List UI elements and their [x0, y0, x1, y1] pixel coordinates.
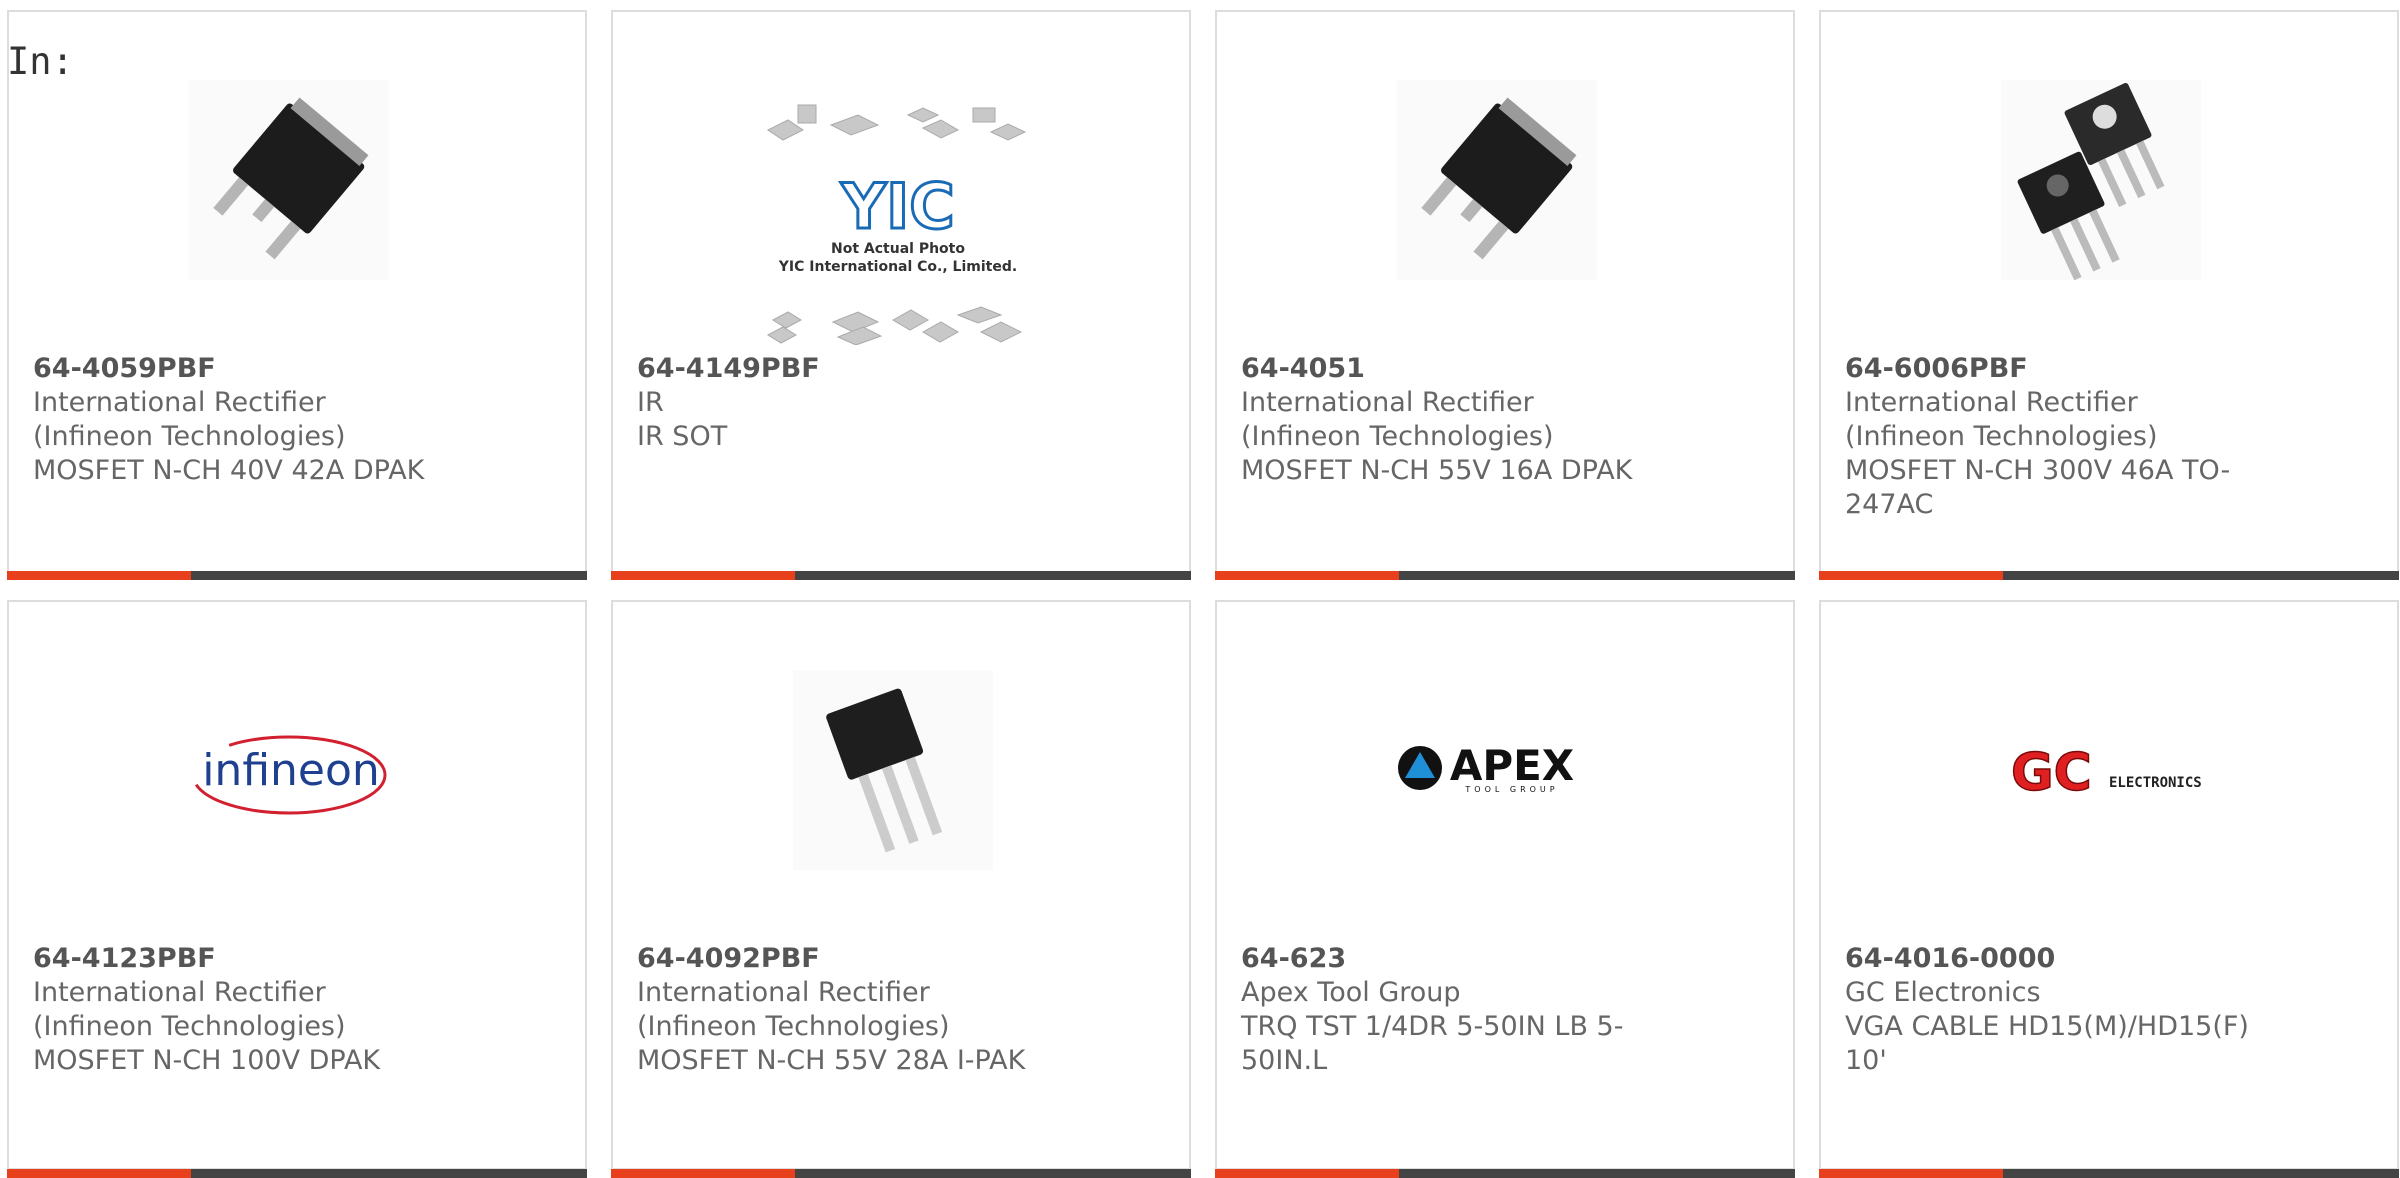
bar-accent	[1215, 571, 1399, 580]
yic-company-text: YIC International Co., Limited.	[778, 259, 1017, 275]
card-bottom-bar	[1215, 571, 1795, 580]
dpak-component-icon	[213, 97, 369, 260]
bar-accent	[611, 571, 795, 580]
gc-logo-text: GC	[2011, 743, 2092, 803]
product-card[interactable]: infineon 64-4123PBF International Rectif…	[7, 600, 587, 1178]
bar-accent	[1215, 1169, 1399, 1178]
ipak-component-icon	[826, 688, 943, 853]
description: MOSFET N-CH 55V 16A DPAK	[1241, 455, 1633, 486]
card-bottom-bar	[611, 1169, 1191, 1178]
product-image[interactable]: infineon	[189, 670, 389, 870]
apex-logo-text: APEX	[1450, 741, 1574, 790]
manufacturer: International Rectifier (Infineon Techno…	[1241, 387, 1554, 452]
not-actual-photo-icon: YIC Not Actual Photo YIC International C…	[766, 104, 1027, 345]
card-bottom-bar	[7, 1169, 587, 1178]
bar-accent	[611, 1169, 795, 1178]
product-card[interactable]: 64-4051 International Rectifier (Infineo…	[1215, 10, 1795, 580]
product-card[interactable]: APEX TOOL GROUP 64-623 Apex Tool Group T…	[1215, 600, 1795, 1178]
part-number[interactable]: 64-4123PBF	[33, 942, 453, 976]
apex-logo: APEX TOOL GROUP	[1398, 741, 1574, 794]
product-image[interactable]	[2001, 80, 2201, 280]
part-number[interactable]: 64-4092PBF	[637, 942, 1057, 976]
manufacturer: Apex Tool Group	[1241, 977, 1461, 1008]
manufacturer: International Rectifier (Infineon Techno…	[33, 977, 346, 1042]
product-image[interactable]: APEX TOOL GROUP	[1397, 670, 1597, 870]
gc-logo-subtext: ELECTRONICS	[2109, 775, 2201, 791]
manufacturer: IR	[637, 387, 664, 418]
product-image[interactable]	[1397, 80, 1597, 280]
bar-accent	[1819, 1169, 2003, 1178]
infineon-logo-text: infineon	[202, 745, 380, 796]
part-number[interactable]: 64-6006PBF	[1845, 352, 2265, 386]
part-number[interactable]: 64-4016-0000	[1845, 942, 2265, 976]
description: MOSFET N-CH 100V DPAK	[33, 1045, 381, 1076]
bar-accent	[1819, 571, 2003, 580]
product-card[interactable]: GC ELECTRONICS 64-4016-0000 GC Electroni…	[1819, 600, 2399, 1178]
card-bottom-bar	[7, 571, 587, 580]
manufacturer: GC Electronics	[1845, 977, 2041, 1008]
card-bottom-bar	[1819, 571, 2399, 580]
bar-accent	[7, 571, 191, 580]
description: TRQ TST 1/4DR 5-50IN LB 5-50IN.L	[1241, 1011, 1624, 1076]
infineon-logo: infineon	[191, 735, 387, 815]
product-image[interactable]	[793, 670, 993, 870]
description: VGA CABLE HD15(M)/HD15(F) 10'	[1845, 1011, 2249, 1076]
description: MOSFET N-CH 40V 42A DPAK	[33, 455, 425, 486]
product-image[interactable]: GC ELECTRONICS	[2001, 670, 2201, 870]
product-card[interactable]: 64-4059PBF International Rectifier (Infi…	[7, 10, 587, 580]
description: IR SOT	[637, 421, 728, 452]
part-number[interactable]: 64-4051	[1241, 352, 1661, 386]
part-number[interactable]: 64-4059PBF	[33, 352, 453, 386]
card-bottom-bar	[1819, 1169, 2399, 1178]
manufacturer: International Rectifier (Infineon Techno…	[637, 977, 950, 1042]
product-image[interactable]	[189, 80, 389, 280]
description: MOSFET N-CH 55V 28A I-PAK	[637, 1045, 1026, 1076]
manufacturer: International Rectifier (Infineon Techno…	[1845, 387, 2158, 452]
not-actual-photo-text: Not Actual Photo	[831, 241, 965, 257]
card-bottom-bar	[1215, 1169, 1795, 1178]
part-number[interactable]: 64-4149PBF	[637, 352, 1057, 386]
description: MOSFET N-CH 300V 46A TO-247AC	[1845, 455, 2231, 520]
product-grid: 64-4059PBF International Rectifier (Infi…	[7, 10, 2399, 1178]
product-image[interactable]: YIC Not Actual Photo YIC International C…	[763, 100, 1033, 345]
part-number[interactable]: 64-623	[1241, 942, 1661, 976]
gc-electronics-logo: GC ELECTRONICS	[2010, 742, 2201, 804]
product-card[interactable]: 64-4092PBF International Rectifier (Infi…	[611, 600, 1191, 1178]
card-bottom-bar	[611, 571, 1191, 580]
dpak-component-icon	[1421, 97, 1577, 260]
to247-component-icon	[2017, 82, 2165, 280]
apex-logo-subtext: TOOL GROUP	[1464, 785, 1558, 794]
in-label: In:	[7, 40, 74, 83]
product-card[interactable]: YIC Not Actual Photo YIC International C…	[611, 10, 1191, 580]
yic-logo-text: YIC	[840, 170, 954, 243]
bar-accent	[7, 1169, 191, 1178]
product-card[interactable]: 64-6006PBF International Rectifier (Infi…	[1819, 10, 2399, 580]
manufacturer: International Rectifier (Infineon Techno…	[33, 387, 346, 452]
